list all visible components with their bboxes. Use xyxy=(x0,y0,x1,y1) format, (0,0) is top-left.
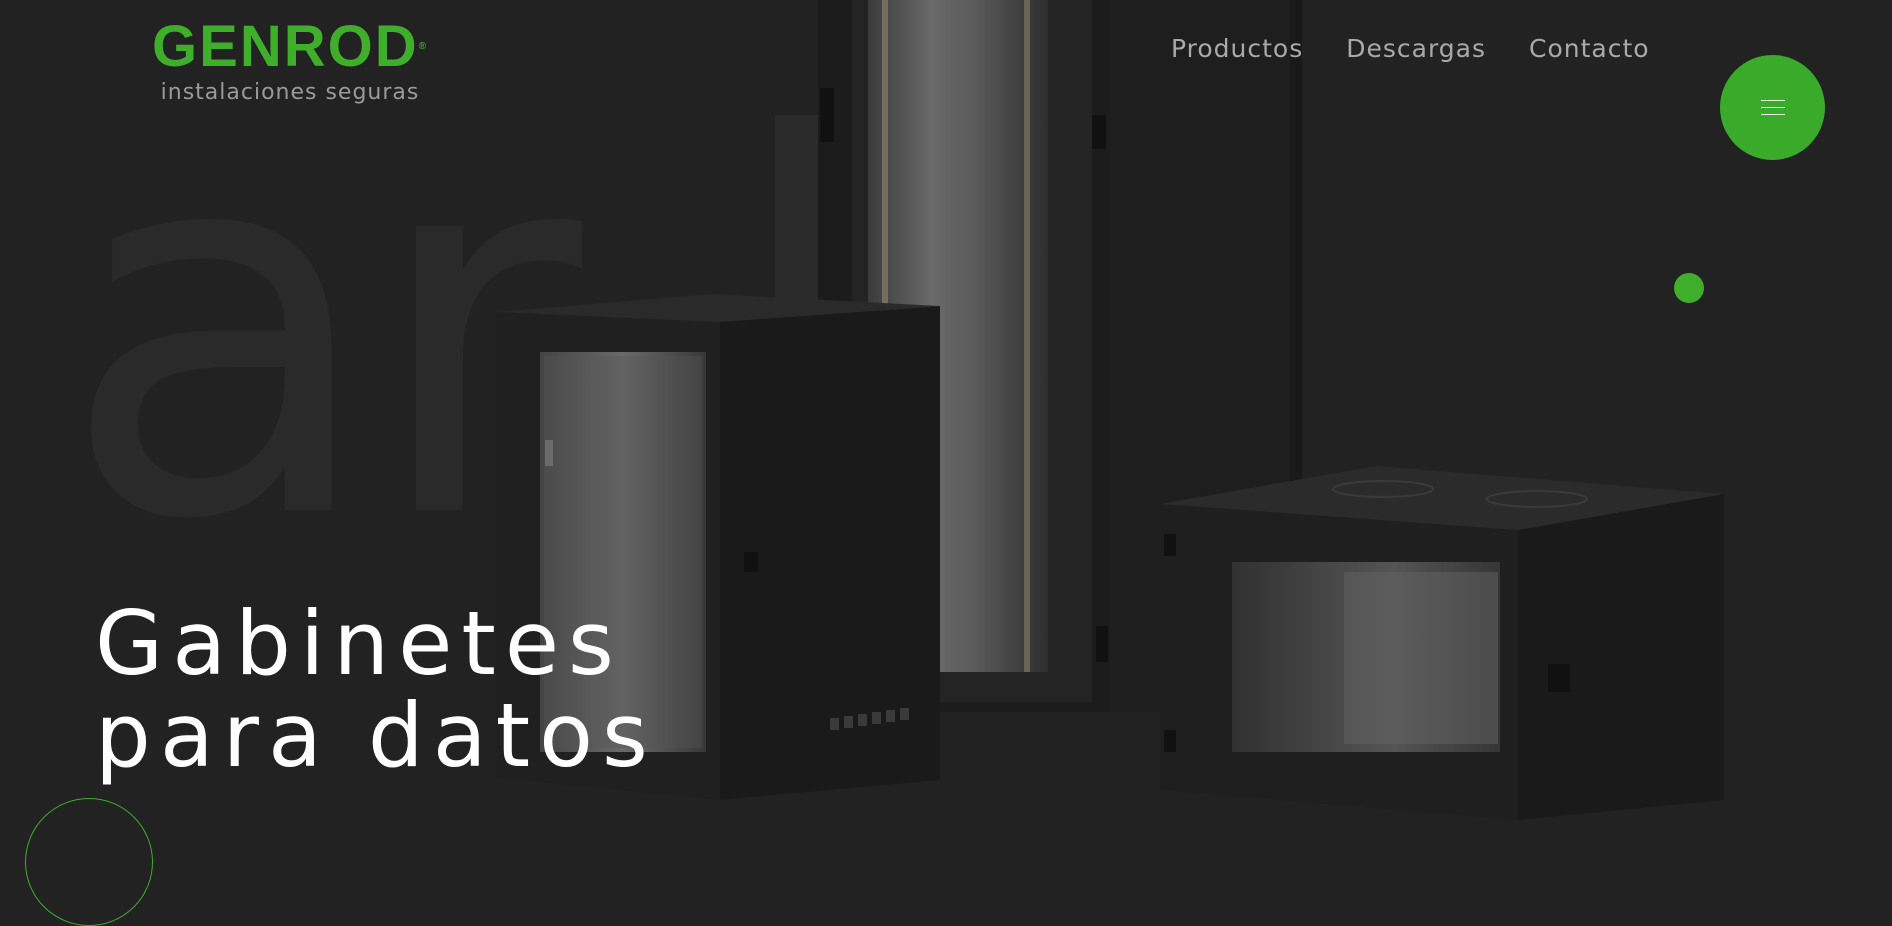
wall-cabinet-wide xyxy=(1160,466,1724,820)
nav-item-productos[interactable]: Productos xyxy=(1171,34,1303,63)
hero-title-line2: para datos xyxy=(95,684,657,787)
logo-tagline: instalaciones seguras xyxy=(160,80,420,105)
nav-item-contacto[interactable]: Contacto xyxy=(1529,34,1650,63)
scroll-down-circle[interactable] xyxy=(25,798,153,926)
brand-logo[interactable]: GENROD® instalaciones seguras xyxy=(140,18,440,106)
hero-title-line1: Gabinetes xyxy=(95,592,623,695)
nav-item-descargas[interactable]: Descargas xyxy=(1346,34,1486,63)
accent-dot xyxy=(1674,273,1704,303)
hero-title: Gabinetes para datos xyxy=(95,598,657,782)
menu-button[interactable] xyxy=(1720,55,1825,160)
registered-mark: ® xyxy=(418,41,428,52)
logo-wordmark: GENROD xyxy=(152,14,419,79)
main-navigation: Productos Descargas Contacto xyxy=(1171,34,1650,63)
